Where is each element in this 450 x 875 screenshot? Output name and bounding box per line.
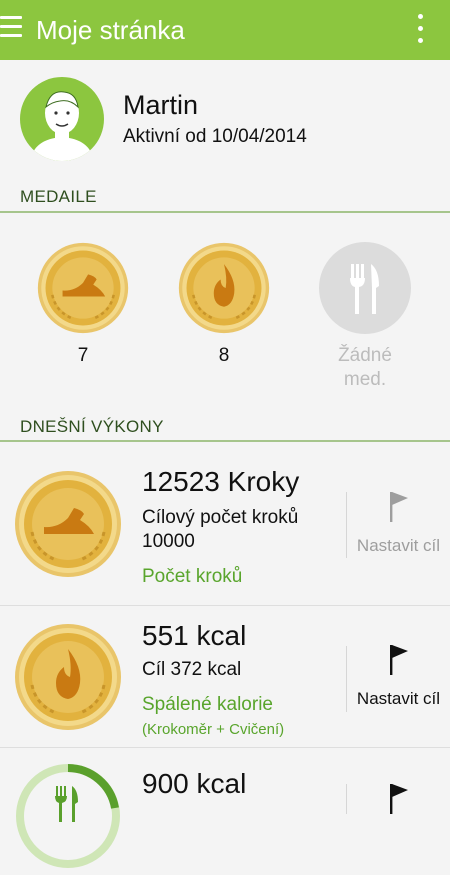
list-item-food[interactable]: 900 kcal — [0, 748, 450, 868]
set-goal-steps-button[interactable]: Nastavit cíl — [347, 490, 450, 556]
avatar[interactable] — [20, 77, 104, 161]
steps-medal — [14, 470, 122, 578]
menu-icon[interactable] — [0, 14, 30, 44]
flag-icon — [389, 492, 408, 522]
steps-goal-text: Cílový počet kroků 10000 — [142, 507, 299, 552]
food-value: 900 kcal — [142, 768, 247, 799]
food-progress-ring — [14, 762, 122, 870]
page-title: Moje stránka — [36, 15, 185, 45]
medals-section-title: MEDAILE — [20, 187, 97, 206]
more-options-icon[interactable] — [416, 14, 424, 48]
set-goal-calories-button[interactable]: Nastavit cíl — [347, 643, 450, 709]
profile-name: Martin — [123, 90, 199, 120]
set-goal-label: Nastavit cíl — [356, 689, 441, 708]
steps-value: 12523 Kroky — [142, 466, 300, 497]
set-goal-label: Nastavit cíl — [356, 536, 441, 555]
calories-link[interactable]: Spálené kalorie — [142, 694, 273, 716]
medal-steps[interactable] — [37, 242, 129, 334]
set-goal-food-button[interactable] — [347, 782, 450, 816]
divider — [0, 211, 450, 213]
list-item-calories[interactable]: 551 kcal Cíl 372 kcal Spálené kalorie (K… — [0, 606, 450, 748]
today-section-title: DNEŠNÍ VÝKONY — [20, 417, 164, 436]
medal-food-none: Žádné med. — [338, 345, 392, 390]
medal-steps-count: 7 — [77, 345, 89, 366]
profile-header[interactable]: Martin Aktivní od 10/04/2014 — [0, 60, 450, 182]
flag-icon — [389, 784, 408, 814]
list-item-steps[interactable]: 12523 Kroky Cílový počet kroků 10000 Poč… — [0, 442, 450, 606]
steps-link[interactable]: Počet kroků — [142, 566, 242, 588]
calories-note: (Krokoměr + Cvičení) — [142, 721, 285, 738]
medal-calories-count: 8 — [218, 345, 230, 366]
flag-icon — [389, 645, 408, 675]
medal-calories[interactable] — [178, 242, 270, 334]
calories-goal-text: Cíl 372 kcal — [142, 659, 242, 680]
app-bar: Moje stránka — [0, 0, 450, 60]
profile-active-since: Aktivní od 10/04/2014 — [123, 126, 307, 147]
calories-medal — [14, 623, 122, 731]
calories-value: 551 kcal — [142, 620, 247, 651]
medal-food[interactable] — [319, 242, 411, 334]
